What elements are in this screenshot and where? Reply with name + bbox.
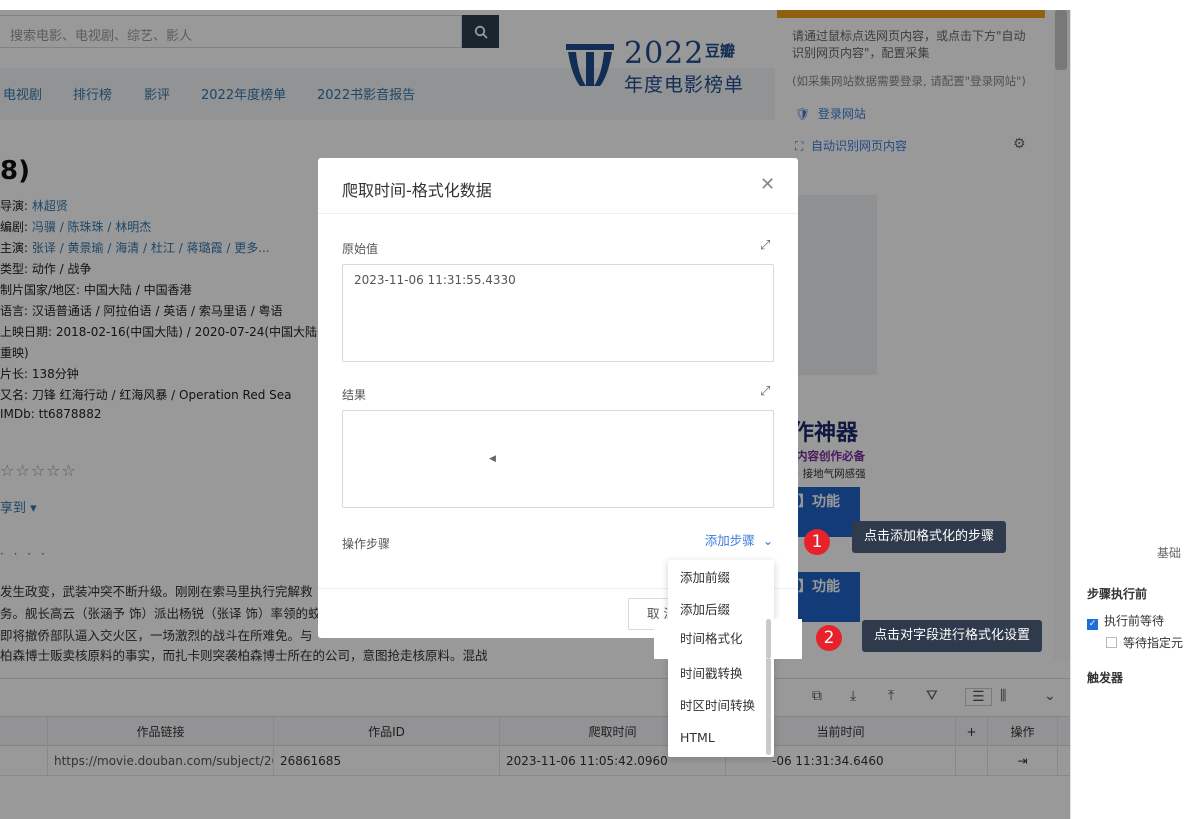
- window-top-strip: [0, 0, 1188, 10]
- sidebar-tab-basic[interactable]: 基础: [1157, 544, 1181, 561]
- sidebar-trigger-title: 触发器: [1087, 671, 1124, 685]
- step-badge-2: 2: [816, 625, 842, 651]
- step-badge-1: 1: [804, 529, 830, 555]
- tooltip-add-step: 点击添加格式化的步骤: [852, 521, 1007, 553]
- expand-icon[interactable]: ⤢: [760, 384, 770, 399]
- add-step-label: 添加步骤: [704, 533, 755, 548]
- wait-before-label: 执行前等待: [1104, 614, 1165, 628]
- wait-element-label: 等待指定元: [1123, 636, 1184, 650]
- expand-icon[interactable]: ⤢: [760, 238, 770, 253]
- result-field[interactable]: ◀: [342, 410, 774, 508]
- menu-item-time-format-highlight[interactable]: 时间格式化: [654, 619, 802, 659]
- raw-value-label: 原始值: [342, 242, 379, 256]
- checkbox-box: [1106, 637, 1117, 648]
- config-sidebar: [1070, 10, 1188, 819]
- menu-item-time-format[interactable]: 时间格式化: [668, 623, 764, 655]
- menu-item-html[interactable]: HTML: [668, 722, 764, 754]
- result-label: 结果: [342, 388, 367, 402]
- dropdown-scrollbar-thumb[interactable]: [766, 619, 771, 659]
- check-icon: ✓: [1087, 619, 1098, 630]
- modal-title: 爬取时间-格式化数据: [342, 181, 492, 200]
- modal-divider: [318, 213, 798, 214]
- wait-element-checkbox[interactable]: 等待指定元: [1106, 634, 1183, 651]
- menu-item-timestamp[interactable]: 时间戳转换: [668, 658, 764, 690]
- raw-value-field[interactable]: 2023-11-06 11:31:55.4330: [342, 264, 774, 362]
- close-icon[interactable]: ✕: [760, 174, 775, 195]
- menu-item-timezone[interactable]: 时区时间转换: [668, 690, 764, 722]
- menu-item-add-prefix[interactable]: 添加前缀: [668, 562, 764, 594]
- caret-left-icon: ◀: [489, 454, 496, 464]
- steps-label: 操作步骤: [342, 537, 391, 551]
- wait-before-checkbox[interactable]: ✓ 执行前等待: [1087, 612, 1164, 630]
- chevron-down-icon: ⌄: [762, 533, 774, 548]
- add-step-button[interactable]: 添加步骤 ⌄: [687, 527, 791, 555]
- sidebar-step-exec-title: 步骤执行前: [1087, 587, 1148, 601]
- tooltip-format-field: 点击对字段进行格式化设置: [862, 620, 1043, 652]
